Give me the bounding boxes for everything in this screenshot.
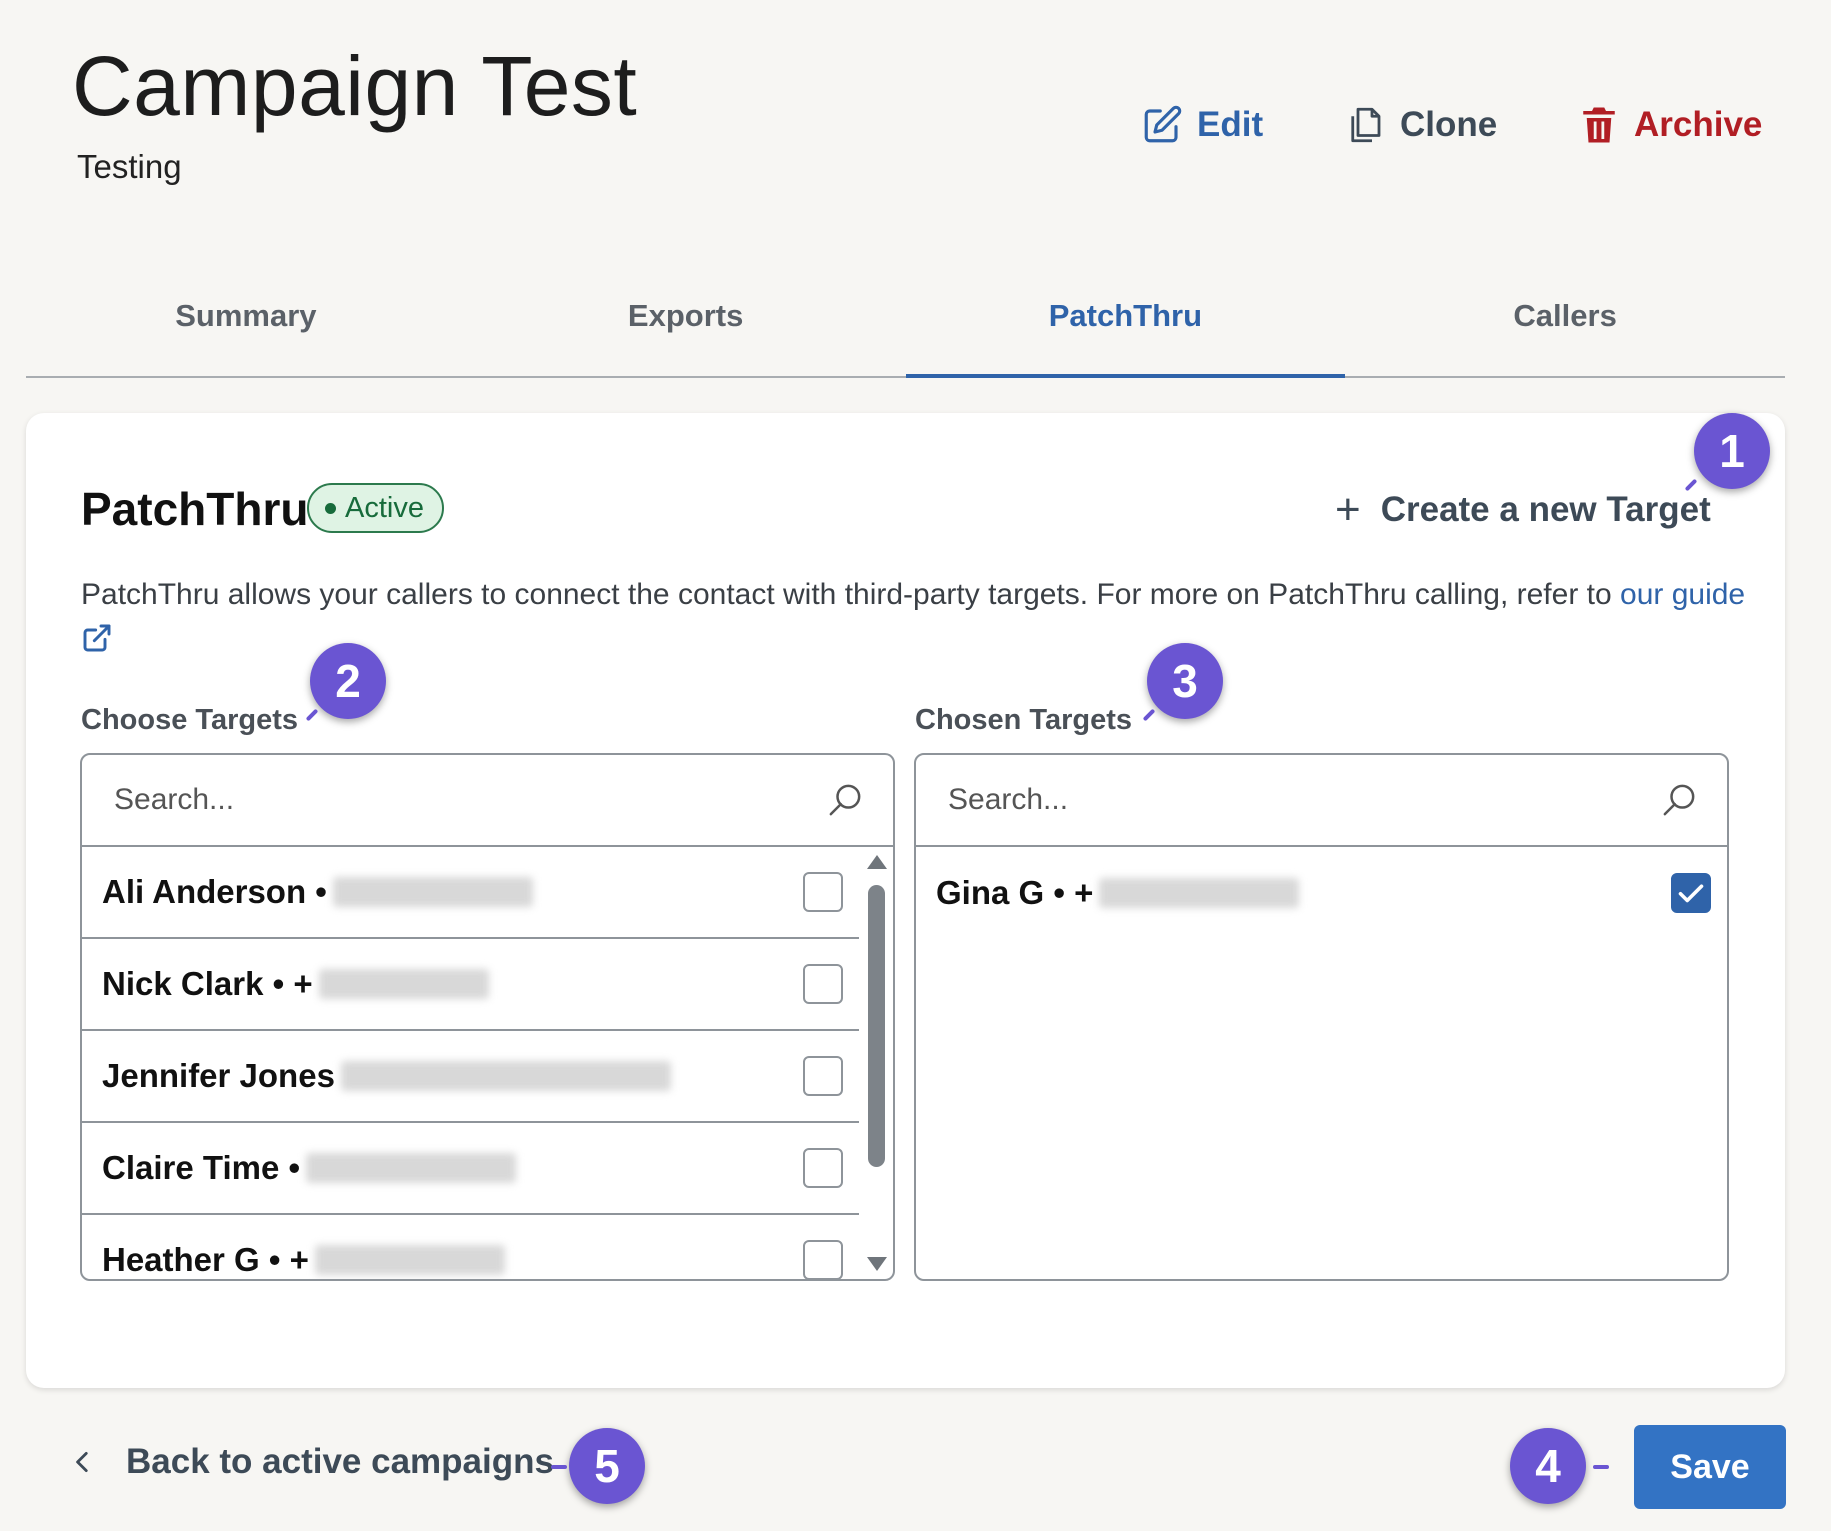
status-badge-label: Active [345,491,424,524]
target-name: Heather G • + [102,1241,309,1278]
guide-link[interactable]: our guide [1620,578,1745,611]
target-name: Claire Time • [102,1149,301,1186]
edit-button[interactable]: Edit [1141,104,1263,146]
back-label: Back to active campaigns [126,1442,554,1481]
callout-pointer [551,1465,567,1469]
edit-icon [1144,105,1182,143]
target-checkbox[interactable] [803,1056,843,1096]
page-subtitle: Testing [77,148,182,185]
scroll-thumb[interactable] [868,885,885,1167]
archive-button[interactable]: Archive [1578,104,1762,146]
target-name: Nick Clark • + [102,965,313,1002]
blurred-phone [306,1153,517,1183]
target-name: Gina G • + [936,874,1094,911]
edit-label: Edit [1197,105,1264,144]
target-checkbox[interactable] [803,872,843,912]
external-link-icon[interactable] [81,622,113,654]
page-title: Campaign Test [72,39,638,133]
back-link[interactable]: Back to active campaigns [70,1442,554,1482]
archive-label: Archive [1634,105,1763,144]
trash-icon [1583,107,1615,143]
save-button[interactable]: Save [1634,1425,1786,1509]
chosen-targets-list[interactable]: Gina G • + [916,847,1727,1279]
callout-pointer [1593,1465,1609,1469]
list-item[interactable]: Claire Time • [82,1123,859,1215]
description: PatchThru allows your callers to connect… [81,574,1771,616]
callout-marker: 2 [310,643,386,719]
chosen-targets-panel: Gina G • + [914,753,1729,1281]
status-dot-icon [325,502,336,514]
list-scrollbar[interactable] [865,855,887,1271]
target-checkbox[interactable] [803,964,843,1004]
description-text: PatchThru allows your callers to connect… [81,578,1621,611]
list-item[interactable]: Ali Anderson • [82,847,859,939]
chosen-targets-label: Chosen Targets [915,704,1133,736]
create-target-button[interactable]: + Create a new Target [1335,488,1711,532]
clone-button[interactable]: Clone [1344,104,1497,146]
chosen-search-row [916,755,1727,847]
status-badge: Active [307,483,444,533]
clone-label: Clone [1400,105,1498,144]
choose-search-row [82,755,893,847]
choose-targets-panel: Ali Anderson • Nick Clark • + Jennifer J… [80,753,895,1281]
plus-icon: + [1335,485,1361,534]
blurred-phone [314,1245,505,1275]
list-item[interactable]: Gina G • + [916,847,1727,939]
search-icon[interactable] [1659,780,1699,820]
list-item[interactable]: Heather G • + [82,1215,859,1279]
copy-icon [1351,107,1381,143]
checkmark-icon [1678,884,1704,903]
target-checkbox[interactable] [803,1240,843,1279]
create-target-label: Create a new Target [1380,490,1711,529]
target-checkbox[interactable] [803,1148,843,1188]
blurred-phone [332,877,533,907]
blurred-phone [318,969,489,999]
callout-marker: 4 [1510,1428,1586,1504]
target-name: Ali Anderson • [102,873,327,910]
search-icon[interactable] [825,780,865,820]
blurred-phone [1099,878,1300,908]
choose-targets-list[interactable]: Ali Anderson • Nick Clark • + Jennifer J… [82,847,893,1279]
scroll-up-icon[interactable] [867,855,887,869]
list-item[interactable]: Nick Clark • + [82,939,859,1031]
tab-exports[interactable]: Exports [466,270,906,376]
choose-targets-label: Choose Targets [81,704,299,736]
tab-summary[interactable]: Summary [26,270,466,376]
scroll-down-icon[interactable] [867,1257,887,1271]
target-checkbox[interactable] [1671,873,1711,913]
tab-callers[interactable]: Callers [1345,270,1785,376]
list-item[interactable]: Jennifer Jones [82,1031,859,1123]
blurred-phone [340,1061,671,1091]
callout-marker: 1 [1694,413,1770,489]
callout-marker: 5 [569,1428,645,1504]
callout-marker: 3 [1147,643,1223,719]
section-title: PatchThru [81,483,309,535]
chosen-search-input[interactable] [948,783,1659,817]
choose-search-input[interactable] [114,783,825,817]
target-name: Jennifer Jones [102,1057,335,1094]
tab-bar: Summary Exports PatchThru Callers [26,270,1785,378]
chevron-left-icon [76,1451,88,1473]
tab-patchthru[interactable]: PatchThru [905,270,1346,378]
